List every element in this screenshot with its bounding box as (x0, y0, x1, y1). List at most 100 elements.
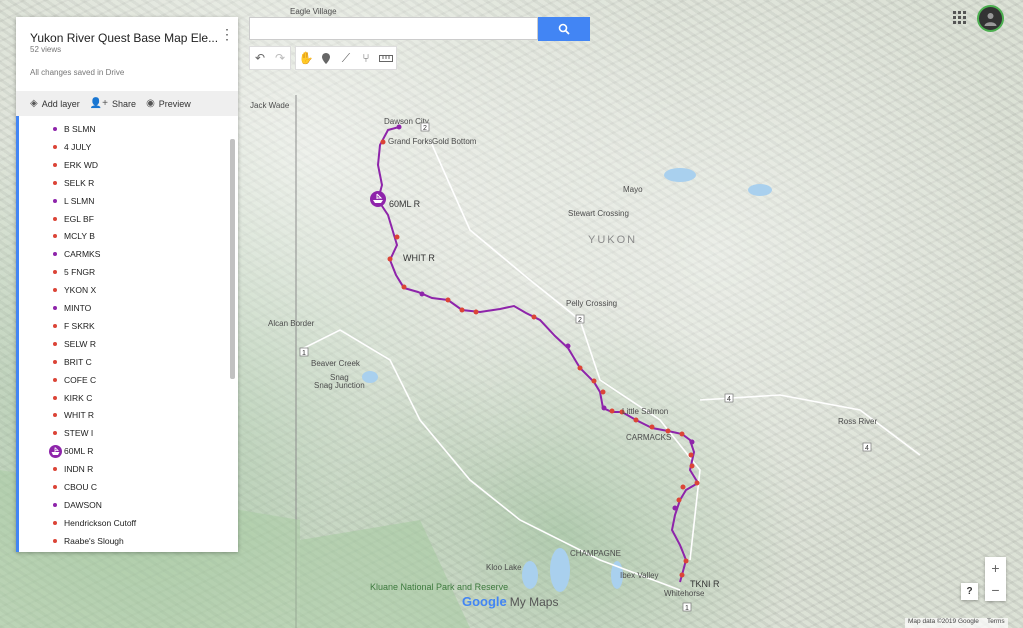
map-legend-panel: Yukon River Quest Base Map Ele... 52 vie… (16, 17, 238, 552)
map-title[interactable]: Yukon River Quest Base Map Ele... (30, 31, 218, 45)
layer-item-label: STEW I (64, 428, 94, 439)
google-my-maps-logo: Google My Maps (462, 594, 558, 609)
layer-list-item[interactable]: Hendrickson Cutoff (16, 514, 226, 532)
layer-list-item[interactable]: MINTO (16, 299, 226, 317)
layer-item-label: CBOU C (64, 482, 98, 492)
layer-item-label: CARMKS (64, 249, 101, 260)
checkpoint-marker (473, 309, 479, 315)
layer-item-label: 4 JULY (64, 141, 92, 152)
checkpoint-marker (600, 389, 606, 395)
share-button[interactable]: 👤+ Share (90, 98, 136, 109)
label-stewart-crossing: Stewart Crossing (568, 209, 629, 218)
add-marker-icon[interactable] (316, 47, 336, 69)
layer-list-item[interactable]: STEW I (16, 424, 226, 442)
layer-item-label: YKON X (64, 285, 97, 296)
checkpoint-marker (689, 439, 695, 445)
label-whitehorse: Whitehorse (664, 589, 705, 598)
layer-list-item[interactable]: KIRK C (16, 389, 226, 407)
layer-dot-icon (53, 520, 57, 525)
layer-list-item[interactable]: 5 FNGR (16, 263, 226, 281)
checkpoint-marker (565, 343, 571, 349)
label-ibex-valley: Ibex Valley (620, 571, 659, 580)
apps-grid-icon[interactable] (953, 11, 967, 25)
layer-dot-icon (53, 252, 57, 257)
user-icon (984, 13, 997, 26)
layer-list-item[interactable]: COFE C (16, 371, 226, 389)
checkpoint-marker (601, 405, 607, 411)
zoom-out-button[interactable]: − (985, 579, 1006, 601)
label-60ml-r: 60ML R (389, 199, 421, 209)
draw-line-icon[interactable]: ⟋ (336, 47, 356, 69)
add-layer-label: Add layer (41, 98, 80, 109)
hand-icon[interactable]: ✋ (296, 47, 316, 69)
layer-item-label: L SLMN (64, 195, 95, 206)
layer-list-item[interactable]: L SLMN (16, 192, 226, 210)
layer-list-item[interactable]: EGL BF (16, 210, 226, 228)
layer-dot-icon (53, 377, 57, 382)
layer-item-label: ERK WD (64, 159, 98, 170)
directions-icon[interactable]: ⑂ (356, 47, 376, 69)
layer-list-item[interactable]: WHIT R (16, 406, 226, 424)
layer-list-item[interactable]: 60ML R (16, 442, 226, 460)
layer-list-item[interactable]: F SKRK (16, 317, 226, 335)
layer-dot-icon (53, 234, 57, 239)
search-button[interactable] (538, 17, 590, 41)
layer-item-label: SELK R (64, 177, 95, 188)
layer-list-item[interactable]: SELW R (16, 335, 226, 353)
checkpoint-marker (676, 497, 682, 503)
help-button[interactable]: ? (961, 583, 978, 600)
view-count: 52 views (30, 45, 62, 54)
map-data-credit: Map data ©2019 Google (908, 618, 979, 625)
terms-link[interactable]: Terms (987, 618, 1005, 628)
highway-shield-2b: 2 (575, 314, 585, 324)
boat-marker-60ml (370, 191, 386, 207)
layer-list-item[interactable]: ERK WD (16, 156, 226, 174)
add-layer-button[interactable]: ◈ Add layer (30, 98, 80, 109)
highway-shield-1: 1 (299, 347, 309, 357)
layer-list-item[interactable]: YKON X (16, 281, 226, 299)
layer-item-label: COFE C (64, 374, 97, 385)
boat-icon (49, 444, 62, 458)
lake (522, 561, 538, 589)
label-beaver-creek: Beaver Creek (311, 359, 361, 368)
drawing-tools-group: ✋ ⟋ ⑂ (295, 46, 397, 70)
layer-list-item[interactable]: CARMKS (16, 245, 226, 263)
layer-item-label: MCLY B (64, 231, 95, 242)
layer-item-label: DAWSON (64, 499, 102, 510)
ruler-icon[interactable] (376, 47, 396, 69)
layer-list-item[interactable]: INDN R (16, 460, 226, 478)
layers-icon: ◈ (30, 98, 38, 109)
layer-list-item[interactable]: BRIT C (16, 353, 226, 371)
panel-scrollbar[interactable] (230, 139, 235, 379)
preview-label: Preview (158, 98, 191, 109)
layer-list-item[interactable]: CBOU C (16, 478, 226, 496)
layer-list-item[interactable]: B SLMN (16, 120, 226, 138)
svg-text:1: 1 (685, 605, 689, 612)
layer-item-label: F SKRK (64, 320, 95, 331)
search-input[interactable] (249, 17, 538, 40)
layer-dot-icon (53, 323, 57, 328)
checkpoint-marker (380, 139, 386, 145)
google-logo: Google (462, 594, 507, 609)
redo-icon[interactable]: ↷ (270, 47, 290, 69)
layer-dot-icon (53, 359, 57, 364)
checkpoint-marker (689, 463, 695, 469)
label-whit-r: WHIT R (403, 253, 435, 263)
undo-icon[interactable]: ↶ (250, 47, 270, 69)
layer-item-label: INDN R (64, 464, 94, 475)
preview-button[interactable]: ◉ Preview (146, 98, 191, 109)
checkpoint-marker (649, 424, 655, 430)
layer-list-item[interactable]: MCLY B (16, 227, 226, 245)
checkpoint-marker (609, 408, 615, 414)
more-options-icon[interactable]: ⋮ (220, 27, 234, 41)
layer-item-label: 5 FNGR (64, 267, 96, 278)
zoom-control: + − (985, 557, 1006, 601)
layer-list-item[interactable]: Raabe's Slough (16, 532, 226, 550)
layer-list-item[interactable]: SELK R (16, 174, 226, 192)
checkpoint-marker (394, 234, 400, 240)
zoom-in-button[interactable]: + (985, 557, 1006, 579)
race-route (376, 126, 700, 583)
layer-list-item[interactable]: 4 JULY (16, 138, 226, 156)
avatar[interactable] (977, 5, 1004, 32)
layer-list-item[interactable]: DAWSON (16, 496, 226, 514)
